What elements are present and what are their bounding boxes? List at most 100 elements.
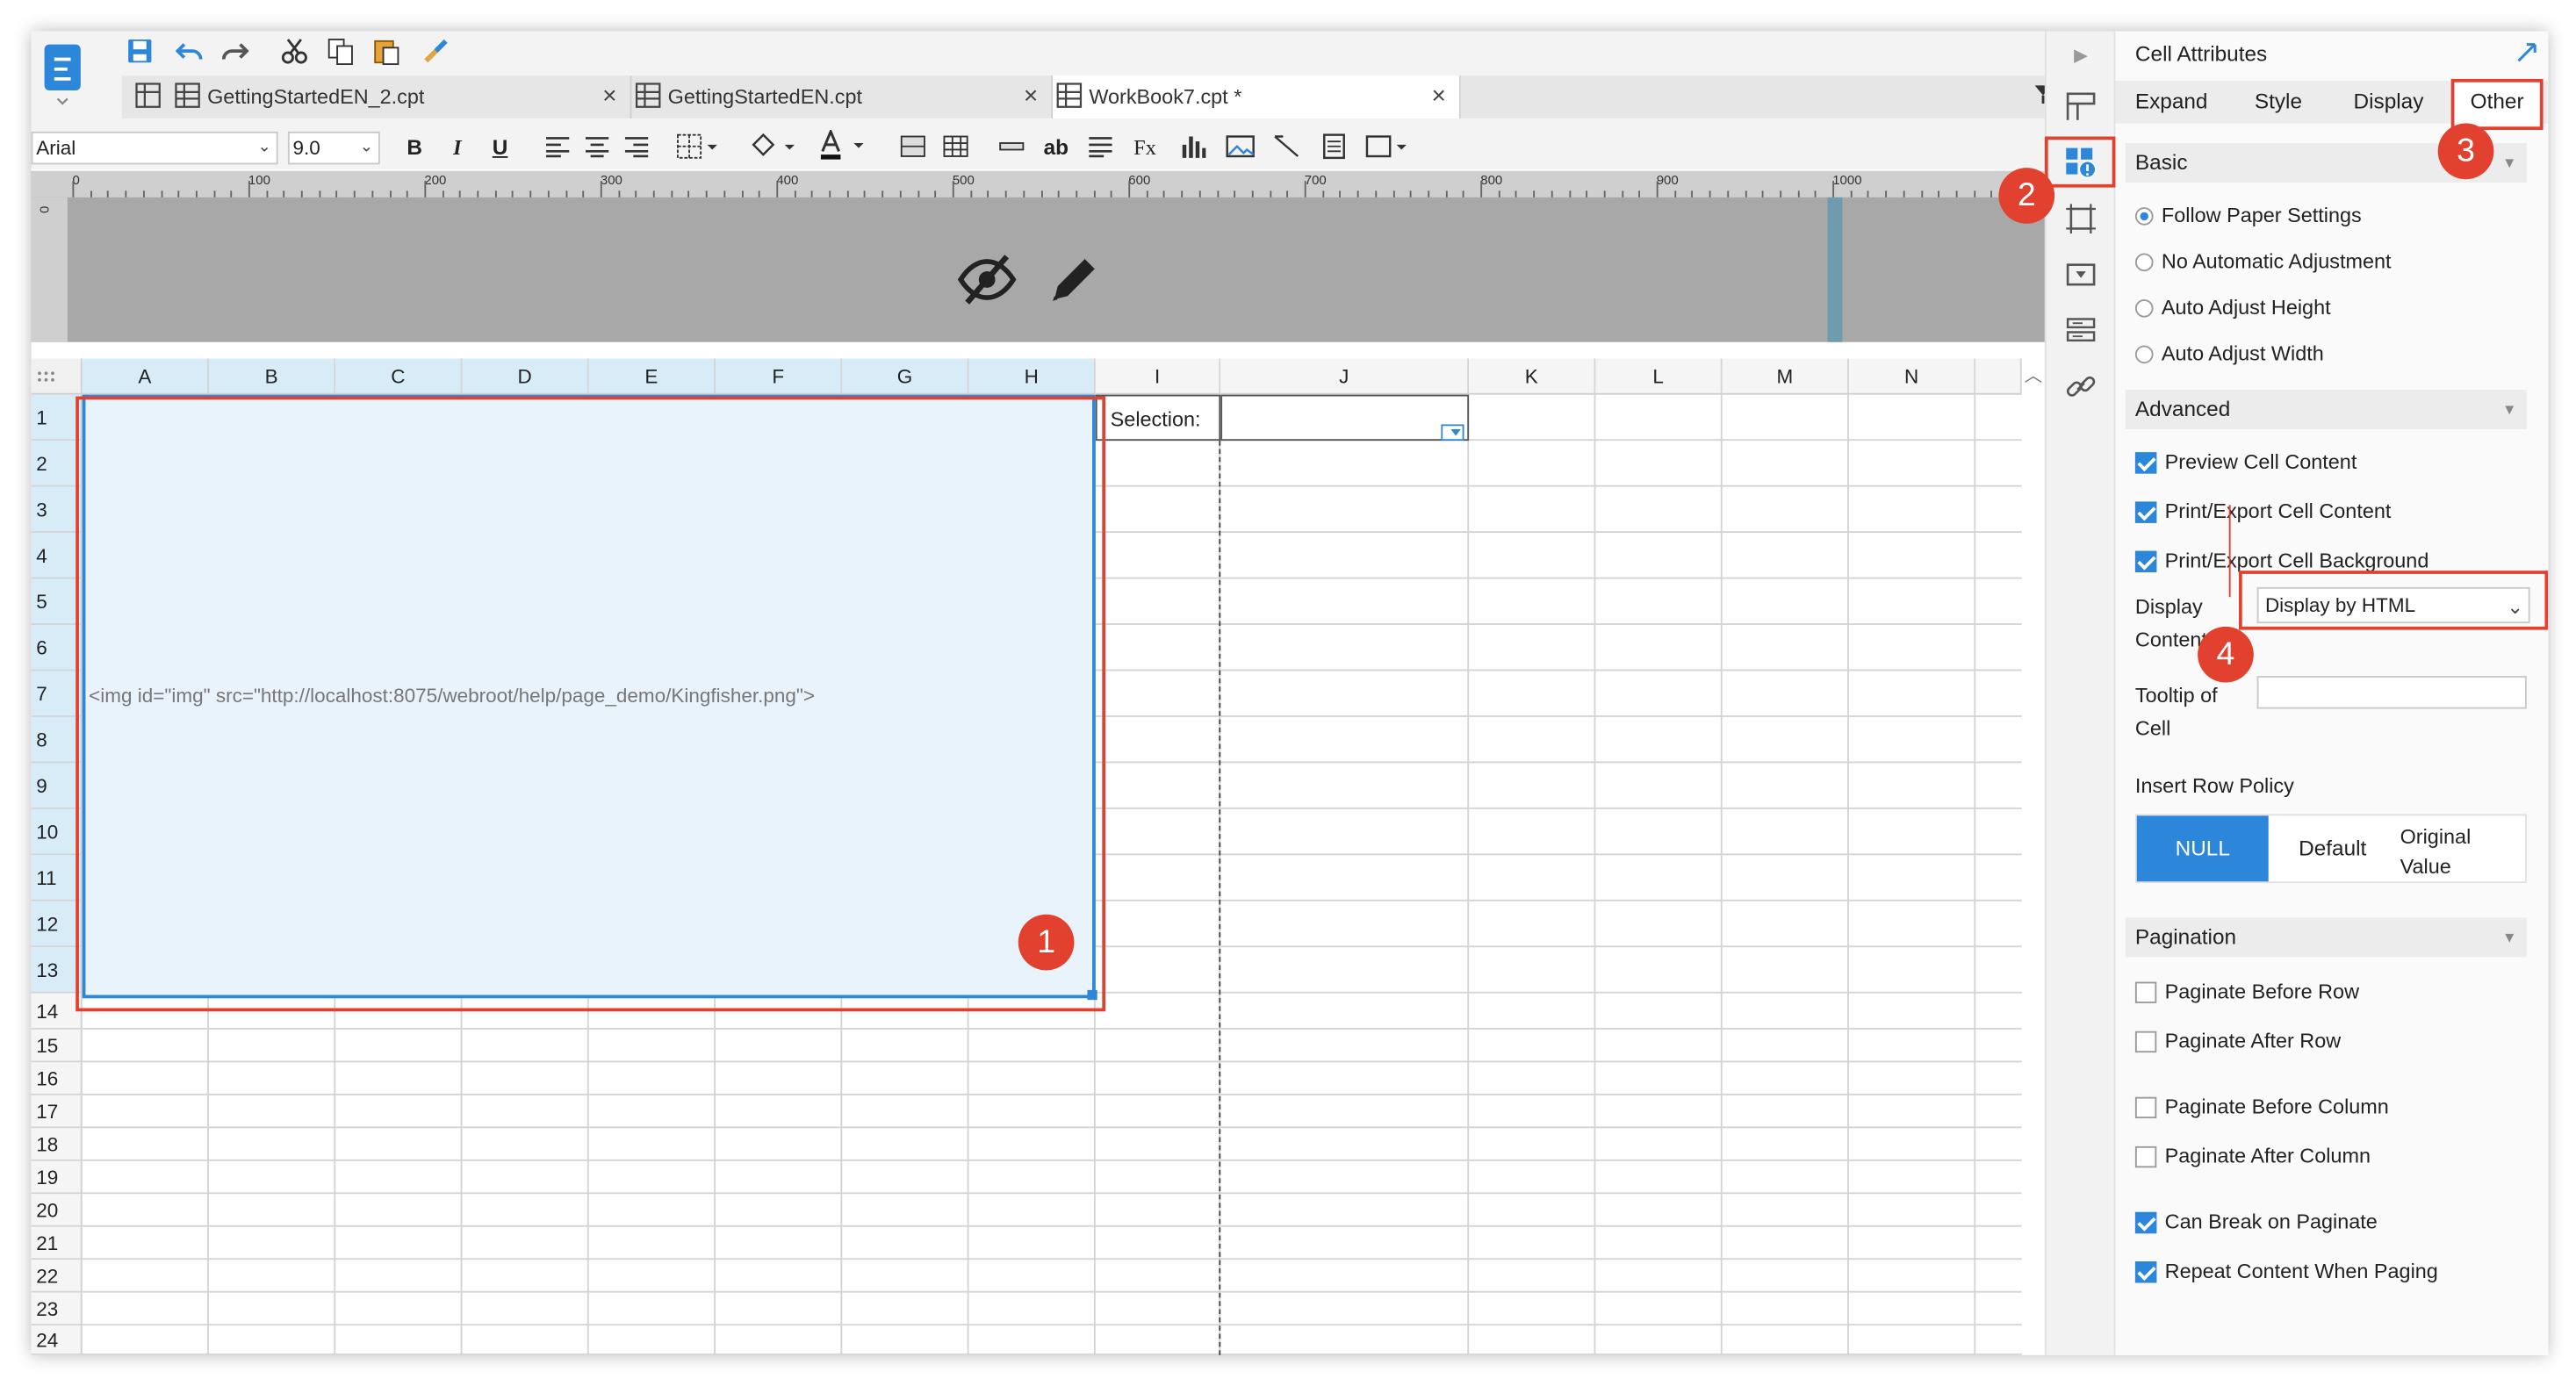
tooltip-input[interactable]	[2256, 676, 2527, 709]
column-header-g[interactable]: G	[842, 358, 969, 395]
insert-chart-icon[interactable]	[1179, 133, 1206, 168]
check-print-export-content[interactable]: Print/Export Cell Content	[2134, 499, 2391, 525]
tab-style[interactable]: Style	[2234, 81, 2322, 124]
section-advanced[interactable]: Advanced ▼	[2125, 390, 2527, 430]
italic-button[interactable]: I	[446, 133, 469, 163]
row-header-14[interactable]: 14	[31, 993, 83, 1030]
file-tab-getting-started-en[interactable]: GettingStartedEN.cpt ×	[631, 75, 1054, 118]
close-tab-icon[interactable]: ×	[1431, 75, 1445, 118]
row-header-13[interactable]: 13	[31, 947, 83, 994]
scroll-up-icon[interactable]: ︿	[2022, 362, 2045, 391]
insert-slash-icon[interactable]	[1271, 133, 1301, 168]
row-header-19[interactable]: 19	[31, 1160, 83, 1195]
unmerge-cells-icon[interactable]	[943, 135, 969, 167]
collapse-arrow-icon[interactable]: ▶	[2069, 41, 2092, 71]
radio-follow-paper[interactable]: Follow Paper Settings	[2134, 202, 2362, 228]
fill-color-icon[interactable]	[748, 133, 797, 168]
row-header-7[interactable]: 7	[31, 671, 83, 717]
text-wrap-icon[interactable]	[1087, 135, 1113, 167]
cell-i1[interactable]: Selection:	[1095, 394, 1221, 442]
row-header-2[interactable]: 2	[31, 441, 83, 487]
align-left-icon[interactable]	[544, 135, 571, 167]
check-paginate-after-row[interactable]: Paginate After Row	[2134, 1028, 2341, 1054]
font-family-select[interactable]: Arial ⌄	[31, 131, 278, 165]
check-paginate-before-column[interactable]: Paginate Before Column	[2134, 1094, 2389, 1120]
row-header-22[interactable]: 22	[31, 1260, 83, 1293]
close-tab-icon[interactable]: ×	[602, 75, 616, 118]
pin-icon[interactable]	[2514, 41, 2540, 73]
radio-no-auto-adjust[interactable]: No Automatic Adjustment	[2134, 248, 2392, 275]
condition-icon[interactable]	[2064, 314, 2097, 355]
row-header-18[interactable]: 18	[31, 1128, 83, 1161]
insert-float-icon[interactable]	[1364, 133, 1409, 168]
row-header-15[interactable]: 15	[31, 1029, 83, 1063]
row-header-21[interactable]: 21	[31, 1226, 83, 1260]
column-header-e[interactable]: E	[588, 358, 716, 395]
save-icon[interactable]	[124, 36, 156, 74]
column-header-m[interactable]: M	[1722, 358, 1849, 395]
border-icon[interactable]	[676, 133, 719, 168]
cut-icon[interactable]	[278, 36, 311, 74]
text-field-icon[interactable]	[998, 135, 1025, 167]
column-header-i[interactable]: I	[1095, 358, 1221, 395]
policy-null-button[interactable]: NULL	[2136, 815, 2269, 882]
check-paginate-after-column[interactable]: Paginate After Column	[2134, 1143, 2371, 1169]
align-right-icon[interactable]	[623, 135, 650, 167]
row-header-12[interactable]: 12	[31, 901, 83, 948]
row-header-1[interactable]: 1	[31, 394, 83, 442]
select-all-corner[interactable]	[31, 358, 83, 395]
formula-button[interactable]: Fx	[1126, 133, 1162, 163]
row-header-8[interactable]: 8	[31, 716, 83, 764]
undo-icon[interactable]	[173, 36, 205, 74]
bold-button[interactable]: B	[403, 133, 426, 163]
row-header-17[interactable]: 17	[31, 1095, 83, 1129]
row-header-24[interactable]: 24	[31, 1325, 83, 1355]
hyperlink-icon[interactable]	[2064, 370, 2097, 412]
widget-icon[interactable]	[2064, 258, 2097, 299]
check-paginate-before-row[interactable]: Paginate Before Row	[2134, 979, 2359, 1005]
paste-icon[interactable]	[371, 36, 403, 74]
copy-icon[interactable]	[324, 36, 356, 74]
section-pagination[interactable]: Pagination ▼	[2125, 917, 2527, 958]
check-preview-cell-content[interactable]: Preview Cell Content	[2134, 449, 2357, 475]
policy-original-value-button[interactable]: Original Value	[2397, 822, 2525, 881]
merge-cells-icon[interactable]	[900, 135, 926, 167]
row-header-9[interactable]: 9	[31, 763, 83, 809]
column-header-b[interactable]: B	[208, 358, 336, 395]
column-header-n[interactable]: N	[1848, 358, 1976, 395]
radio-auto-width[interactable]: Auto Adjust Width	[2134, 341, 2324, 367]
row-header-5[interactable]: 5	[31, 578, 83, 625]
format-painter-icon[interactable]	[420, 36, 452, 74]
redo-icon[interactable]	[219, 36, 251, 74]
underline-button[interactable]: U	[488, 133, 511, 163]
cell-element-icon[interactable]	[2064, 90, 2097, 132]
page-boundary-marker[interactable]	[1827, 197, 1843, 342]
text-direction-button[interactable]: ab	[1041, 133, 1071, 163]
hide-icon[interactable]	[956, 254, 1018, 314]
row-header-4[interactable]: 4	[31, 533, 83, 579]
font-color-icon[interactable]	[817, 127, 867, 168]
font-size-select[interactable]: 9.0 ⌄	[287, 131, 380, 165]
policy-default-button[interactable]: Default	[2269, 815, 2397, 881]
close-tab-icon[interactable]: ×	[1024, 75, 1038, 118]
radio-auto-height[interactable]: Auto Adjust Height	[2134, 294, 2331, 320]
column-header-j[interactable]: J	[1220, 358, 1470, 395]
check-can-break-on-paginate[interactable]: Can Break on Paginate	[2134, 1209, 2378, 1235]
file-tab-getting-started-en-2[interactable]: GettingStartedEN_2.cpt ×	[168, 75, 632, 118]
row-header-11[interactable]: 11	[31, 855, 83, 901]
tab-expand[interactable]: Expand	[2126, 81, 2218, 124]
align-center-icon[interactable]	[584, 135, 610, 167]
file-tab-workbook7[interactable]: WorkBook7.cpt * ×	[1053, 75, 1461, 118]
row-header-10[interactable]: 10	[31, 808, 83, 856]
cell-j1-dropdown[interactable]	[1220, 394, 1470, 442]
column-header-h[interactable]: H	[968, 358, 1096, 395]
check-repeat-content-when-paging[interactable]: Repeat Content When Paging	[2134, 1258, 2438, 1284]
row-header-6[interactable]: 6	[31, 624, 83, 671]
column-header-c[interactable]: C	[335, 358, 463, 395]
app-logo-icon[interactable]	[41, 39, 84, 105]
insert-subreport-icon[interactable]	[1321, 133, 1348, 168]
row-header-16[interactable]: 16	[31, 1062, 83, 1095]
float-element-icon[interactable]	[2064, 202, 2097, 243]
insert-image-icon[interactable]	[1226, 133, 1256, 168]
edit-pencil-icon[interactable]	[1045, 252, 1104, 316]
